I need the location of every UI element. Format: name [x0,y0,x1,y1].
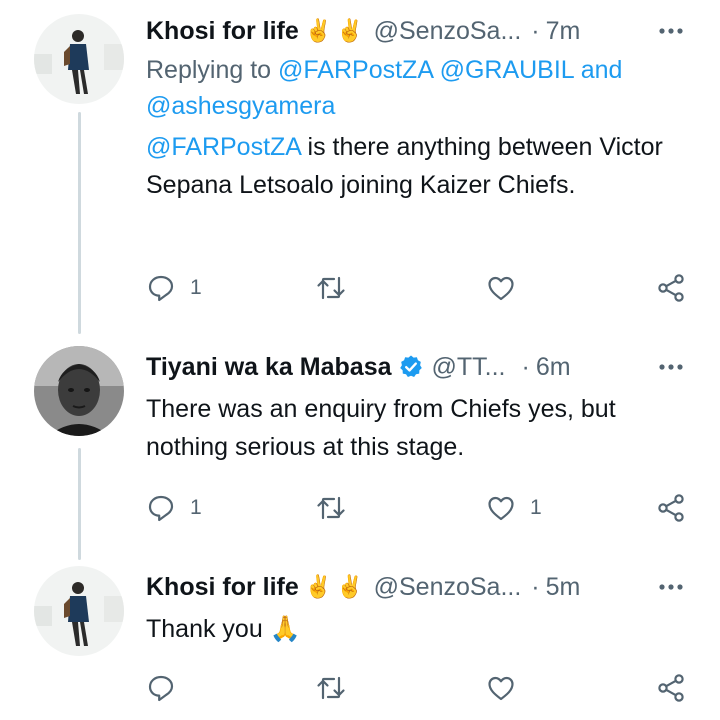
folded-hands-emoji: 🙏 [269,615,301,643]
replying-to: Replying to @FARPostZA @GRAUBIL and @ash… [146,52,686,124]
victory-emoji: ✌️ [304,18,333,43]
mention-link[interactable]: @FARPostZA [146,133,301,161]
avatar-image [34,14,124,104]
more-icon[interactable] [656,572,686,602]
action-bar: 1 1 [146,488,692,528]
mention-conjunction: and [580,56,623,84]
share-button[interactable] [656,668,686,708]
thread-line-2 [78,448,81,560]
victory-emoji: ✌️ [336,18,364,43]
retweet-button[interactable] [316,268,346,308]
tweet-header: Khosi for life ✌️ ✌️ @SenzoSa... · 7m [146,14,686,48]
avatar[interactable] [34,346,124,436]
like-icon [488,676,514,701]
retweet-icon [317,676,345,700]
replying-prefix: Replying to [146,56,272,84]
retweet-button[interactable] [316,668,346,708]
tweet-body: Thank you [146,615,263,643]
separator: · [531,16,540,45]
reply-icon [148,675,174,702]
share-button[interactable] [656,268,686,308]
handle[interactable]: @TT... [432,353,506,382]
more-icon[interactable] [656,16,686,46]
display-name[interactable]: Khosi for life [146,17,299,46]
avatar[interactable] [34,566,124,656]
mention-link[interactable]: @ashesgyamera [146,92,335,120]
separator: · [521,352,530,381]
reply-button[interactable] [146,668,176,708]
reply-icon [148,275,174,302]
display-name[interactable]: Khosi for life [146,573,299,602]
mention-link[interactable]: @GRAUBIL [440,56,574,84]
thread-line-1 [78,112,81,334]
action-bar: 1 [146,268,692,308]
avatar-image [34,346,124,436]
reply-button[interactable]: 1 [146,488,202,528]
handle[interactable]: @SenzoSa... [374,17,522,46]
more-icon[interactable] [656,352,686,382]
share-icon [658,494,684,522]
avatar-image [34,566,124,656]
handle[interactable]: @SenzoSa... [374,573,522,602]
action-bar [146,668,692,708]
verified-icon [399,355,422,377]
reply-count: 1 [190,496,202,519]
reply-count: 1 [190,276,202,299]
like-icon [488,276,514,301]
like-count: 1 [530,496,542,519]
reply-icon [148,495,174,522]
share-icon [658,274,684,302]
tweet-header: Khosi for life ✌️ ✌️ @SenzoSa... · 5m [146,570,686,604]
timestamp[interactable]: 6m [536,353,571,382]
tweet-header: Tiyani wa ka Mabasa @TT... · 6m [146,350,686,384]
like-icon [488,496,514,521]
mention-link[interactable]: @FARPostZA [278,56,433,84]
share-button[interactable] [656,488,686,528]
victory-emoji: ✌️ [336,574,364,599]
retweet-icon [317,276,345,300]
like-button[interactable] [486,668,516,708]
retweet-icon [317,496,345,520]
victory-emoji: ✌️ [304,574,333,599]
like-button[interactable]: 1 [486,488,542,528]
like-button[interactable] [486,268,516,308]
tweet-text: Thank you 🙏 [146,610,686,648]
display-name[interactable]: Tiyani wa ka Mabasa [146,353,392,382]
share-icon [658,674,684,702]
reply-button[interactable]: 1 [146,268,202,308]
avatar[interactable] [34,14,124,104]
separator: · [531,572,540,601]
retweet-button[interactable] [316,488,346,528]
timestamp[interactable]: 5m [546,573,581,602]
tweet-body: There was an enquiry from Chiefs yes, bu… [146,395,616,461]
tweet-text: @FARPostZA is there anything between Vic… [146,128,686,204]
timestamp[interactable]: 7m [546,17,581,46]
tweet-text: There was an enquiry from Chiefs yes, bu… [146,390,686,466]
